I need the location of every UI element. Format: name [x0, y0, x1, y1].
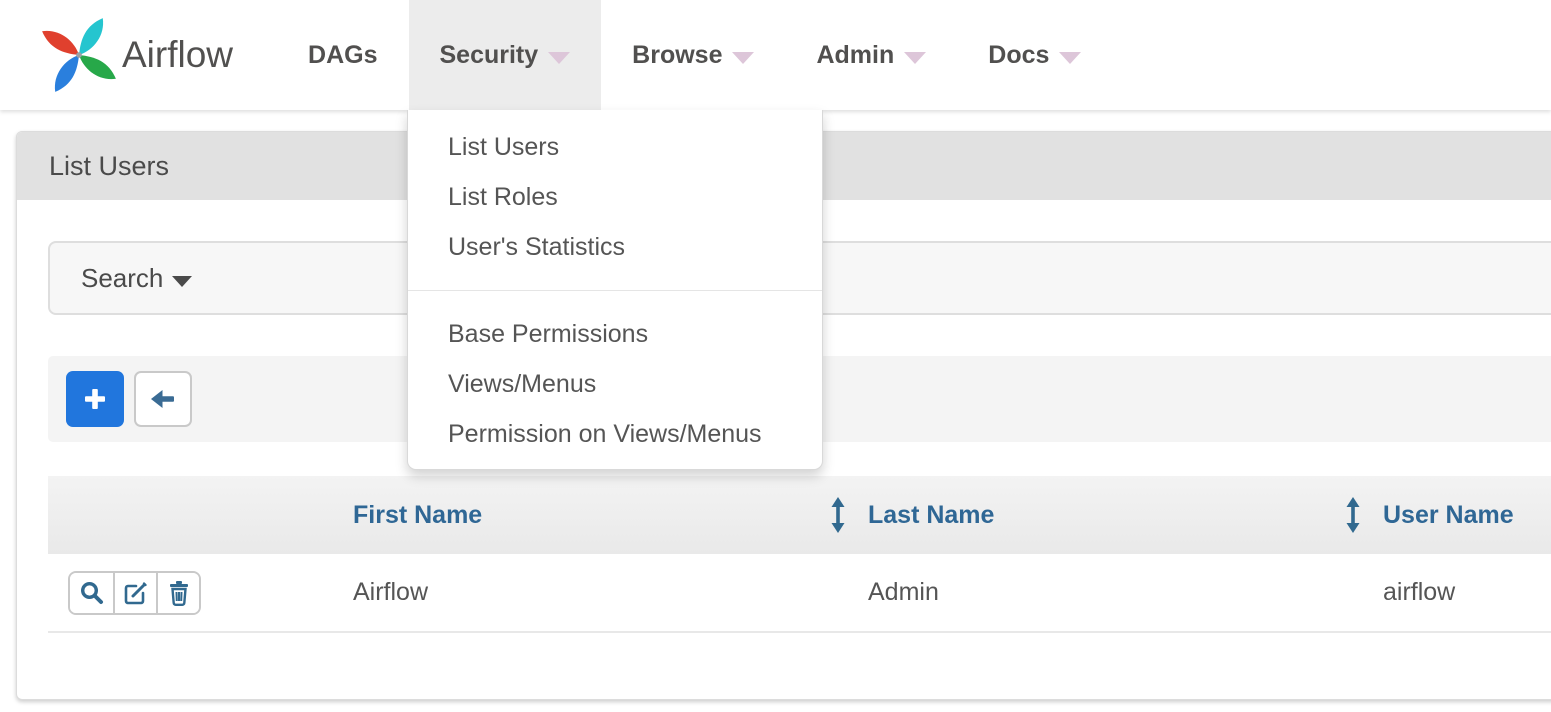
sort-icon[interactable]: [1345, 497, 1361, 533]
chevron-down-icon: [548, 52, 570, 64]
chevron-down-icon: [904, 52, 926, 64]
first-name-column-header[interactable]: First Name: [345, 476, 860, 554]
nav-item-dags[interactable]: DAGs: [277, 0, 408, 110]
user-name-column-header[interactable]: User Name: [1375, 476, 1551, 554]
left-arrow-icon: [148, 385, 178, 413]
last-name-cell: Admin: [860, 554, 1375, 632]
security-dropdown-menu: List Users List Roles User's Statistics …: [407, 110, 823, 470]
add-user-button[interactable]: [66, 371, 124, 427]
menu-item-list-roles[interactable]: List Roles: [408, 172, 822, 222]
caret-down-icon: [172, 276, 192, 287]
page-title: List Users: [49, 151, 169, 182]
actions-column-header: [48, 476, 345, 554]
trash-icon: [167, 580, 191, 606]
nav-item-label: Docs: [988, 41, 1049, 70]
airflow-pinwheel-icon: [38, 14, 120, 96]
table-header-row: First Name Last Name: [48, 476, 1551, 554]
sort-icon[interactable]: [830, 497, 846, 533]
menu-item-list-users[interactable]: List Users: [408, 122, 822, 172]
top-navbar: Airflow DAGs Security Browse Admin Docs: [0, 0, 1551, 110]
brand-label: Airflow: [122, 34, 233, 76]
menu-item-views-menus[interactable]: Views/Menus: [408, 359, 822, 409]
nav-menu: DAGs Security Browse Admin Docs: [277, 0, 1112, 110]
row-actions-cell: [48, 554, 345, 632]
nav-item-docs[interactable]: Docs: [957, 0, 1112, 110]
edit-record-button[interactable]: [113, 573, 156, 613]
last-name-column-header[interactable]: Last Name: [860, 476, 1375, 554]
table-row: Airflow Admin airflow: [48, 554, 1551, 632]
nav-item-label: DAGs: [308, 41, 377, 70]
column-label: User Name: [1383, 501, 1514, 530]
nav-item-label: Security: [440, 41, 539, 70]
nav-item-browse[interactable]: Browse: [601, 0, 785, 110]
magnifier-icon: [79, 580, 105, 606]
column-label: First Name: [353, 501, 482, 530]
chevron-down-icon: [732, 52, 754, 64]
chevron-down-icon: [1059, 52, 1081, 64]
nav-item-security[interactable]: Security: [409, 0, 602, 110]
back-button[interactable]: [134, 371, 192, 427]
nav-item-label: Browse: [632, 41, 722, 70]
search-label: Search: [81, 263, 163, 294]
first-name-cell: Airflow: [345, 554, 860, 632]
user-name-cell: airflow: [1375, 554, 1551, 632]
menu-item-permission-on-views-menus[interactable]: Permission on Views/Menus: [408, 409, 822, 459]
menu-item-base-permissions[interactable]: Base Permissions: [408, 309, 822, 359]
plus-icon: [81, 385, 109, 413]
row-action-group: [68, 571, 201, 615]
show-record-button[interactable]: [70, 573, 113, 613]
column-label: Last Name: [868, 501, 994, 530]
nav-item-admin[interactable]: Admin: [785, 0, 957, 110]
users-table: First Name Last Name: [48, 476, 1551, 633]
nav-item-label: Admin: [816, 41, 894, 70]
delete-record-button[interactable]: [156, 573, 199, 613]
menu-item-users-statistics[interactable]: User's Statistics: [408, 222, 822, 272]
airflow-brand[interactable]: Airflow: [38, 0, 233, 110]
menu-divider: [408, 290, 822, 291]
edit-icon: [123, 580, 149, 606]
